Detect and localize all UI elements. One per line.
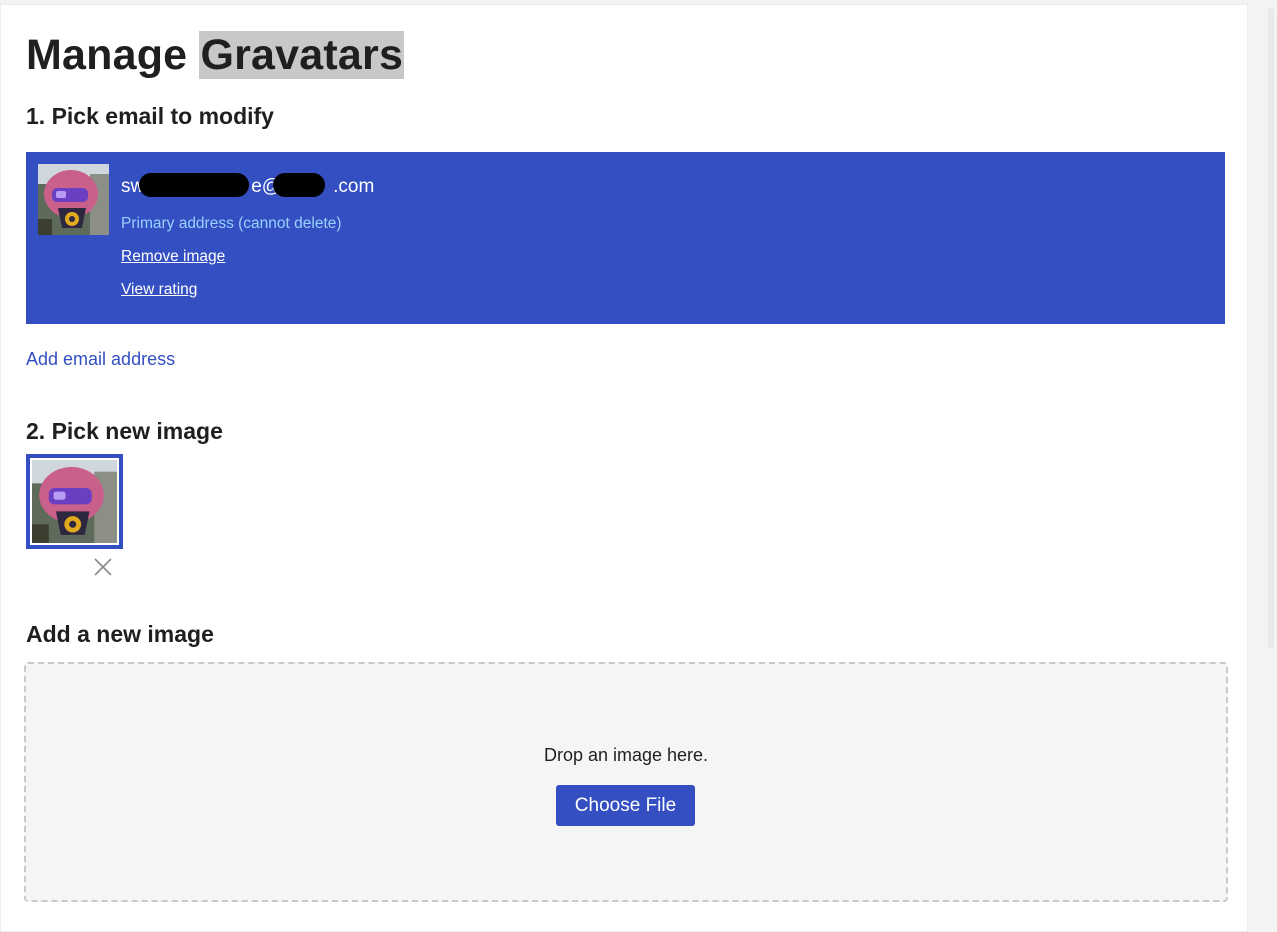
avatar-image (38, 164, 109, 235)
page-title-highlight: Gravatars (199, 31, 405, 79)
choose-file-button[interactable]: Choose File (556, 785, 695, 826)
view-rating-link[interactable]: View rating (121, 281, 197, 299)
remove-image-link[interactable]: Remove image (121, 248, 225, 266)
primary-address-note: Primary address (cannot delete) (121, 215, 342, 232)
thumbnail (32, 460, 117, 543)
avatar (38, 164, 109, 235)
pick-image-heading: 2. Pick new image (26, 418, 223, 444)
image-thumbnail-selected[interactable] (26, 454, 123, 549)
add-image-heading: Add a new image (26, 621, 214, 647)
close-icon[interactable] (92, 556, 114, 578)
page-title: Manage Gravatars (26, 29, 405, 81)
main-panel: Manage Gravatars 1. Pick email to modify… (0, 4, 1248, 932)
page-title-prefix: Manage (26, 31, 188, 79)
thumbnail-image (32, 460, 117, 543)
pick-email-heading: 1. Pick email to modify (26, 103, 274, 129)
add-email-link[interactable]: Add email address (26, 348, 175, 370)
dropzone-text: Drop an image here. (543, 745, 709, 765)
image-dropzone[interactable]: Drop an image here. Choose File (24, 662, 1228, 902)
scrollbar-thumb[interactable] (1268, 8, 1274, 648)
redaction-block (273, 173, 325, 197)
redaction-block (139, 173, 249, 197)
email-card-selected[interactable]: sw e@ .com Primary address (cannot delete)… (26, 152, 1225, 324)
email-part-3: .com (333, 176, 375, 197)
